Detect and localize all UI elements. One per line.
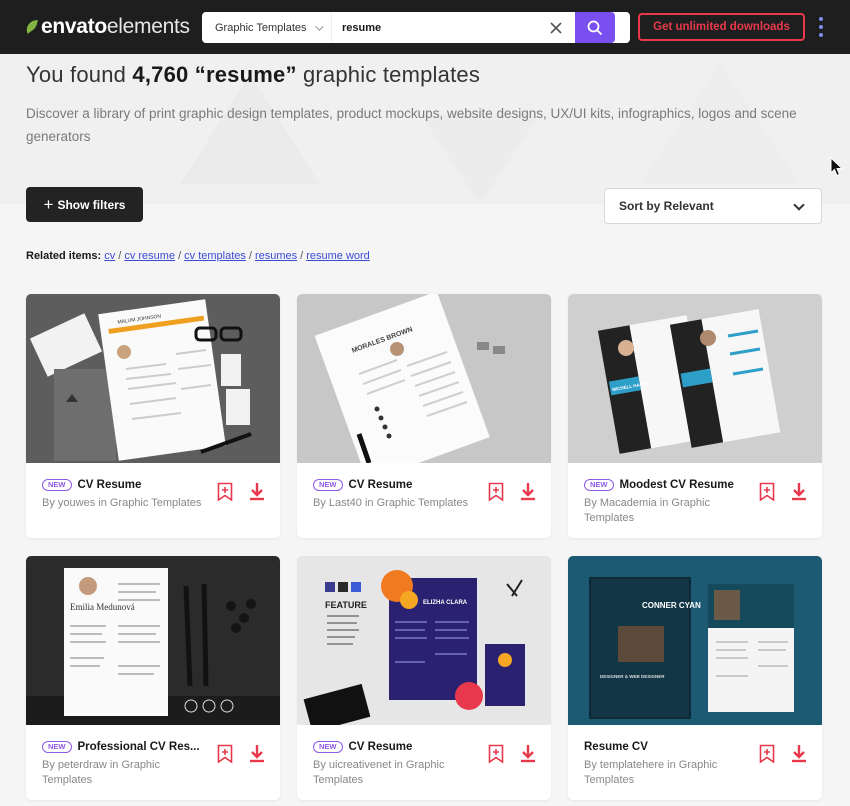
card-byline[interactable]: By peterdraw in Graphic Templates xyxy=(42,758,202,787)
resume-name-text: CONNER CYAN xyxy=(642,601,701,610)
download-icon[interactable] xyxy=(790,744,808,764)
template-thumbnail[interactable]: MALUM JOHNSON xyxy=(26,294,280,463)
add-to-collection-icon[interactable] xyxy=(759,482,775,502)
template-thumbnail[interactable]: CONNER CYAN DESIGNER & WEB DESIGNER xyxy=(568,556,822,725)
resume-role-text: DESIGNER & WEB DESIGNER xyxy=(600,674,665,679)
new-badge: NEW xyxy=(42,741,72,753)
results-headline: You found 4,760 “resume” graphic templat… xyxy=(26,62,481,87)
more-menu-icon[interactable] xyxy=(815,14,827,40)
card-title[interactable]: CV Resume xyxy=(349,741,413,753)
template-thumbnail[interactable]: MICHELL HAGUE xyxy=(568,294,822,463)
feature-text: FEATURE xyxy=(325,600,367,610)
card-meta: NEW CV Resume By youwes in Graphic Templa… xyxy=(42,478,202,511)
card-byline[interactable]: By Last40 in Graphic Templates xyxy=(313,496,473,511)
download-icon[interactable] xyxy=(790,482,808,502)
related-link-resumes[interactable]: resumes xyxy=(255,250,297,262)
card-meta: NEW CV Resume By uicreativenet in Graphic… xyxy=(313,740,473,787)
template-thumbnail[interactable]: Emilia Medunová xyxy=(26,556,280,725)
related-link-cv-templates[interactable]: cv templates xyxy=(184,250,246,262)
top-navigation-bar: envatoelements Graphic Templates Get unl… xyxy=(0,0,850,54)
template-card[interactable]: MICHELL HAGUE NEW Moodest CV Resume By Ma… xyxy=(568,294,822,538)
mouse-cursor-icon xyxy=(830,157,844,177)
template-thumbnail[interactable]: MORALES BROWN xyxy=(297,294,551,463)
card-meta: NEW Moodest CV Resume By Macademia in Gra… xyxy=(584,478,744,525)
card-byline[interactable]: By templatehere in Graphic Templates xyxy=(584,758,744,787)
related-link-cv-resume[interactable]: cv resume xyxy=(124,250,175,262)
new-badge: NEW xyxy=(313,741,343,753)
chevron-down-icon xyxy=(793,199,805,211)
add-to-collection-icon[interactable] xyxy=(759,744,775,764)
related-link-resume-word[interactable]: resume word xyxy=(306,250,370,262)
template-card[interactable]: MALUM JOHNSON NEW CV Resume By youwes in … xyxy=(26,294,280,538)
envato-elements-logo[interactable]: envatoelements xyxy=(25,13,190,41)
category-dropdown[interactable]: Graphic Templates xyxy=(202,12,332,43)
clear-search-icon[interactable] xyxy=(548,20,564,36)
card-title[interactable]: Resume CV xyxy=(584,741,648,753)
show-filters-button[interactable]: + Show filters xyxy=(26,187,143,222)
search-bar: Graphic Templates xyxy=(202,12,630,43)
template-card[interactable]: MORALES BROWN NEW CV Resume By Last40 in … xyxy=(297,294,551,538)
leaf-icon xyxy=(26,20,38,34)
template-card[interactable]: CONNER CYAN DESIGNER & WEB DESIGNER Resu… xyxy=(568,556,822,800)
resume-name-text: Emilia Medunová xyxy=(70,602,135,612)
card-meta: NEW Professional CV Res... By peterdraw i… xyxy=(42,740,202,787)
template-card[interactable]: Emilia Medunová NEW Professional CV Res..… xyxy=(26,556,280,800)
related-link-cv[interactable]: cv xyxy=(104,250,115,262)
category-label: Graphic Templates xyxy=(215,21,307,34)
card-byline[interactable]: By uicreativenet in Graphic Templates xyxy=(313,758,473,787)
search-input[interactable] xyxy=(342,12,542,43)
card-byline[interactable]: By youwes in Graphic Templates xyxy=(42,496,202,511)
download-icon[interactable] xyxy=(519,744,537,764)
new-badge: NEW xyxy=(313,479,343,491)
add-to-collection-icon[interactable] xyxy=(488,744,504,764)
related-items: Related items: cv / cv resume / cv templates… xyxy=(26,250,370,262)
resume-name-text: ELIZHA CLARA xyxy=(423,600,468,606)
results-description: Discover a library of print graphic desi… xyxy=(26,106,797,144)
chevron-down-icon xyxy=(314,21,324,31)
card-title[interactable]: Moodest CV Resume xyxy=(620,479,734,491)
new-badge: NEW xyxy=(42,479,72,491)
template-card[interactable]: FEATURE ELIZHA CLARA NEW CV Resume By uic… xyxy=(297,556,551,800)
download-icon[interactable] xyxy=(248,744,266,764)
sort-dropdown[interactable]: Sort by Relevant xyxy=(604,188,822,224)
card-title[interactable]: Professional CV Res... xyxy=(78,741,200,753)
download-icon[interactable] xyxy=(248,482,266,502)
get-unlimited-downloads-button[interactable]: Get unlimited downloads xyxy=(638,13,805,41)
search-icon xyxy=(587,20,603,35)
add-to-collection-icon[interactable] xyxy=(488,482,504,502)
add-to-collection-icon[interactable] xyxy=(217,744,233,764)
sort-label: Sort by Relevant xyxy=(619,199,714,213)
logo-text: envatoelements xyxy=(41,15,190,38)
search-button[interactable] xyxy=(575,12,615,43)
card-byline[interactable]: By Macademia in Graphic Templates xyxy=(584,496,744,525)
plus-icon: + xyxy=(43,195,54,214)
download-icon[interactable] xyxy=(519,482,537,502)
card-meta: NEW CV Resume By Last40 in Graphic Templa… xyxy=(313,478,473,511)
card-meta: Resume CV By templatehere in Graphic Tem… xyxy=(584,740,744,787)
related-label: Related items: xyxy=(26,250,102,262)
template-thumbnail[interactable]: FEATURE ELIZHA CLARA xyxy=(297,556,551,725)
card-title[interactable]: CV Resume xyxy=(78,479,142,491)
card-title[interactable]: CV Resume xyxy=(349,479,413,491)
add-to-collection-icon[interactable] xyxy=(217,482,233,502)
new-badge: NEW xyxy=(584,479,614,491)
